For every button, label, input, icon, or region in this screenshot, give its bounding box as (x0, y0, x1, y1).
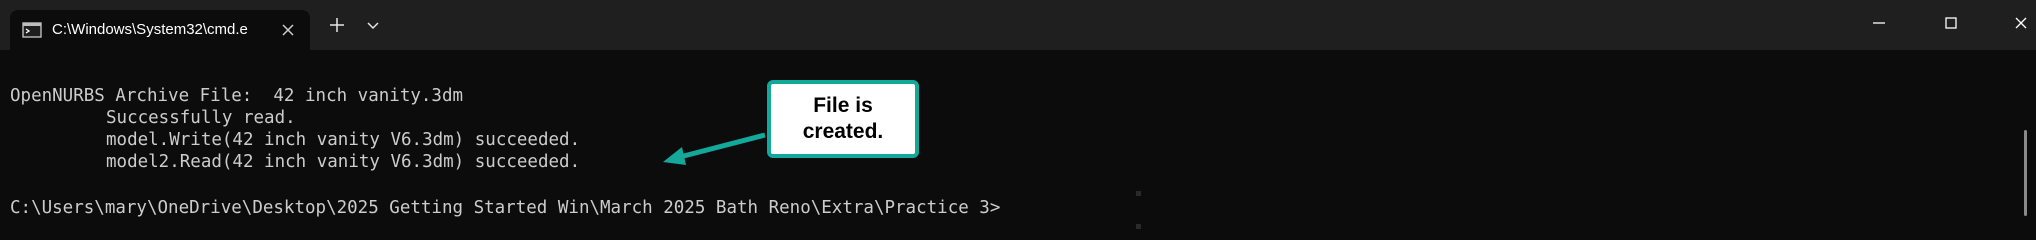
cursor-marker (1136, 191, 1141, 196)
vertical-scrollbar[interactable] (2024, 130, 2027, 216)
command-prompt[interactable]: C:\Users\mary\OneDrive\Desktop\2025 Gett… (10, 197, 1000, 219)
cursor-marker (1136, 224, 1141, 229)
output-line: Successfully read. (106, 108, 296, 128)
maximize-icon[interactable] (1940, 12, 1962, 34)
close-window-icon[interactable] (2010, 12, 2032, 34)
plus-icon[interactable] (326, 14, 348, 36)
terminal-output[interactable]: OpenNURBS Archive File: 42 inch vanity.3… (0, 50, 2036, 240)
output-line: model2.Read(42 inch vanity V6.3dm) succe… (106, 152, 581, 172)
callout-text: File is created. (802, 94, 884, 143)
close-icon[interactable] (278, 20, 298, 40)
title-bar[interactable]: C:\Windows\System32\cmd.e (0, 0, 2036, 50)
output-line: model.Write(42 inch vanity V6.3dm) succe… (106, 130, 581, 150)
terminal-icon (22, 20, 42, 40)
output-line: OpenNURBS Archive File: 42 inch vanity.3… (10, 86, 464, 106)
annotation-callout: File is created. (767, 80, 919, 158)
terminal-window: C:\Windows\System32\cmd.e OpenNURBS Arch… (0, 0, 2036, 240)
chevron-down-icon[interactable] (364, 16, 382, 34)
minimize-icon[interactable] (1868, 12, 1890, 34)
tab-title: C:\Windows\System32\cmd.e (52, 21, 248, 38)
tab-cmd[interactable]: C:\Windows\System32\cmd.e (10, 10, 310, 50)
